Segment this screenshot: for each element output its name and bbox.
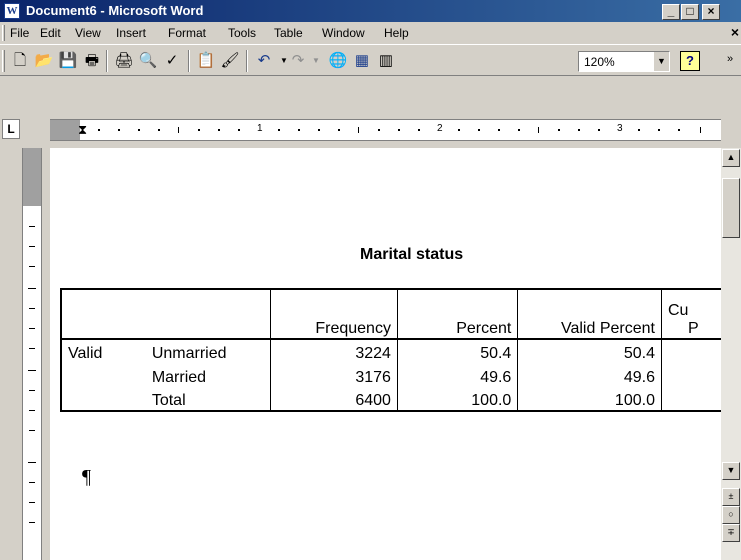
table-cell: Valid: [60, 339, 146, 363]
menu-format[interactable]: Format: [168, 26, 206, 40]
table-header-cell: [145, 289, 272, 339]
menu-tools[interactable]: Tools: [228, 26, 256, 40]
close-document-icon[interactable]: ×: [731, 24, 739, 40]
table-cell: [661, 339, 721, 363]
table-cell: 50.4: [517, 339, 662, 363]
frequency-table: Frequency Percent Valid Percent Cu P Vali…: [60, 288, 721, 412]
vertical-ruler[interactable]: [22, 148, 42, 560]
toolbar-options-icon[interactable]: »: [727, 53, 733, 65]
table-cell: Unmarried: [145, 339, 272, 363]
columns-icon[interactable]: ▥: [376, 51, 396, 71]
new-icon[interactable]: 🗋: [10, 51, 30, 71]
table-cell: 3176: [270, 363, 398, 387]
menu-edit[interactable]: Edit: [40, 26, 61, 40]
ruler-number: 3: [617, 123, 623, 134]
table-title: Marital status: [360, 246, 464, 263]
document-page[interactable]: Marital status Frequency Percent Valid P…: [50, 148, 721, 560]
table-cell: 3224: [270, 339, 398, 363]
toolbar-separator: [106, 50, 108, 72]
menu-help[interactable]: Help: [384, 26, 409, 40]
next-page-icon[interactable]: ∓: [722, 524, 740, 542]
table-cell: [60, 387, 146, 411]
table-cell: Total: [145, 387, 272, 411]
toolbar-grip[interactable]: [2, 50, 5, 72]
table-icon[interactable]: ▦: [352, 51, 372, 71]
table-cell: 100.0: [517, 387, 662, 411]
minimize-button[interactable]: _: [662, 4, 680, 20]
table-cell: 49.6: [517, 363, 662, 387]
select-browse-object-icon[interactable]: ○: [722, 506, 740, 524]
menu-window[interactable]: Window: [322, 26, 365, 40]
save-icon[interactable]: 💾: [58, 51, 78, 71]
undo-icon[interactable]: ↶: [254, 51, 274, 71]
paste-icon[interactable]: 📋: [196, 51, 216, 71]
zoom-select[interactable]: 120% ▼: [578, 51, 670, 72]
chevron-down-icon[interactable]: ▼: [653, 52, 669, 71]
redo-dropdown-icon[interactable]: ▼: [306, 51, 326, 71]
tab-selector[interactable]: L: [2, 119, 20, 139]
menu-view[interactable]: View: [75, 26, 101, 40]
scroll-down-icon[interactable]: ▼: [722, 462, 740, 480]
menu-table[interactable]: Table: [274, 26, 303, 40]
scroll-thumb[interactable]: [722, 178, 740, 238]
table-header-cumulative: Cu P: [667, 302, 699, 337]
previous-page-icon[interactable]: ±: [722, 488, 740, 506]
table-header-cell: [60, 289, 146, 339]
print-preview-icon[interactable]: 🔍: [138, 51, 158, 71]
spelling-icon[interactable]: ✓: [162, 51, 182, 71]
table-cell: 6400: [270, 387, 398, 411]
toolbar-dock-area: [0, 76, 741, 116]
table-cell: 50.4: [397, 339, 519, 363]
zoom-value: 120%: [584, 55, 615, 69]
ruler-row: L ⧗ 1 2 3: [0, 116, 741, 148]
table-cell: Married: [145, 363, 272, 387]
table-cell: 49.6: [397, 363, 519, 387]
ruler-number: 2: [437, 123, 443, 134]
format-painter-icon[interactable]: 🖌: [220, 51, 240, 71]
table-cell: [60, 363, 146, 387]
horizontal-ruler[interactable]: ⧗ 1 2 3: [50, 119, 721, 141]
standard-toolbar: 🗋 📂 💾 🖶 🖨 🔍 ✓ 📋 🖌 ↶ ▼ ↷ ▼ 🌐 ▦ ▥ 120% ▼ ?…: [0, 44, 741, 76]
menu-insert[interactable]: Insert: [116, 26, 146, 40]
table-cell: 100.0: [397, 387, 519, 411]
ruler-top-margin: [23, 148, 41, 206]
close-button[interactable]: ×: [702, 4, 720, 20]
scroll-up-icon[interactable]: ▲: [722, 149, 740, 167]
word-app-icon[interactable]: W: [4, 3, 20, 19]
help-icon[interactable]: ?: [680, 51, 700, 71]
ruler-number: 1: [257, 123, 263, 134]
ruler-left-margin: [50, 120, 80, 140]
window-title: Document6 - Microsoft Word: [26, 3, 204, 18]
redo-icon[interactable]: ↷: [288, 51, 308, 71]
maximize-button[interactable]: □: [681, 4, 699, 20]
table-header-percent: Percent: [397, 289, 519, 339]
indent-marker-icon[interactable]: ⧗: [78, 120, 87, 140]
hyperlink-icon[interactable]: 🌐: [328, 51, 348, 71]
menu-grip[interactable]: [2, 25, 5, 41]
open-icon[interactable]: 📂: [34, 51, 54, 71]
menu-bar: File Edit View Insert Format Tools Table…: [0, 22, 741, 44]
vertical-scrollbar[interactable]: ▲ ▼ ± ○ ∓: [721, 148, 741, 560]
paragraph-mark-icon: ¶: [82, 466, 92, 488]
permission-icon[interactable]: 🖶: [82, 51, 102, 71]
title-bar[interactable]: W Document6 - Microsoft Word _ □ ×: [0, 0, 741, 22]
table-cell: [661, 387, 721, 411]
table-header-valid-percent: Valid Percent: [517, 289, 662, 339]
table-cell: [661, 363, 721, 387]
menu-file[interactable]: File: [10, 26, 29, 40]
table-header-frequency: Frequency: [270, 289, 398, 339]
toolbar-separator: [188, 50, 190, 72]
toolbar-separator: [246, 50, 248, 72]
print-icon[interactable]: 🖨: [114, 51, 134, 71]
